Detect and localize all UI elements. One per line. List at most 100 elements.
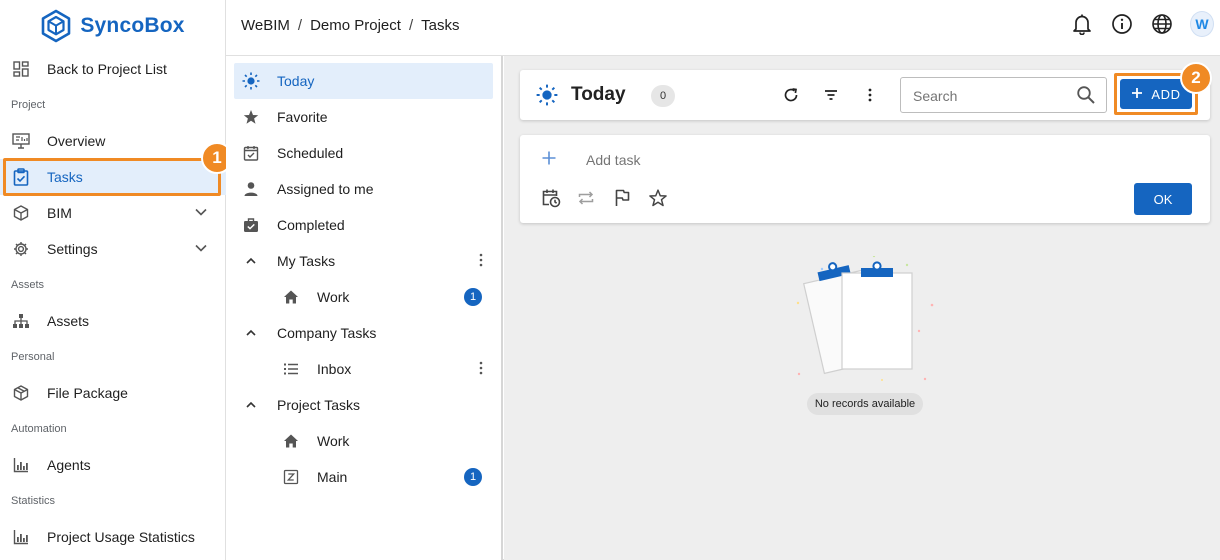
main-content: Today 0 ADD [504,56,1220,560]
section-assets: Assets [11,279,45,291]
star-icon [242,108,260,126]
add-task-input[interactable] [586,150,986,170]
empty-clipboard-illustration [796,256,934,381]
task-nav-scheduled[interactable]: Scheduled [234,135,493,171]
user-avatar[interactable]: W [1190,11,1214,37]
chevron-down-icon[interactable] [194,241,208,258]
sidebar-item-bim[interactable]: BIM [0,195,226,231]
task-list-main[interactable]: Main 1 [234,459,493,495]
task-group-label: Company Tasks [277,325,377,341]
monitor-icon [12,132,30,150]
search-input[interactable] [913,86,1063,106]
more-vertical-icon[interactable] [859,84,881,106]
add-button-label: ADD [1151,86,1181,102]
globe-icon[interactable] [1150,12,1174,36]
package-icon [12,384,30,402]
task-nav-today[interactable]: Today [234,63,493,99]
sidebar-label-bim: BIM [47,205,72,221]
task-list-my-work[interactable]: Work 1 [234,279,493,315]
task-group-label: Project Tasks [277,397,360,413]
home-icon [282,432,300,450]
chevron-up-icon[interactable] [242,396,260,414]
top-actions: W [1070,11,1214,37]
task-count-badge: 0 [651,85,675,107]
flag-icon[interactable] [611,187,633,209]
calendar-check-icon [242,144,260,162]
sidebar-item-agents[interactable]: Agents [0,447,226,483]
empty-state-message: No records available [807,393,923,415]
sun-icon [536,84,558,109]
add-task-card: OK [520,135,1210,223]
sidebar-item-overview[interactable]: Overview [0,123,226,159]
sidebar-item-usage-statistics[interactable]: Project Usage Statistics [0,519,226,555]
task-group-label: My Tasks [277,253,336,269]
sidebar-label-tasks: Tasks [47,169,83,185]
breadcrumb-item[interactable]: Demo Project [310,17,401,34]
filter-icon[interactable] [820,84,842,106]
task-group-company-tasks[interactable]: Company Tasks [234,315,493,351]
briefcase-check-icon [242,216,260,234]
calendar-clock-icon[interactable] [540,187,562,209]
chevron-down-icon[interactable] [194,205,208,222]
sidebar-item-assets[interactable]: Assets [0,303,226,339]
app-name: SyncoBox [80,14,185,37]
search-icon[interactable] [1076,85,1096,108]
plus-icon [1131,87,1143,102]
task-group-project-tasks[interactable]: Project Tasks [234,387,493,423]
chevron-up-icon[interactable] [242,252,260,270]
task-list-label: Work [317,289,350,305]
task-group-my-tasks[interactable]: My Tasks [234,243,493,279]
back-to-project-list[interactable]: Back to Project List [0,51,226,87]
info-icon[interactable] [1110,12,1134,36]
ok-button[interactable]: OK [1134,183,1192,215]
sidebar-label-agents: Agents [47,457,91,473]
back-label: Back to Project List [47,61,167,77]
sidebar-item-file-package[interactable]: File Package [0,375,226,411]
sun-icon [242,72,260,90]
person-icon [242,180,260,198]
repeat-icon[interactable] [575,187,597,209]
sidebar-item-settings[interactable]: Settings [0,231,226,267]
chevron-up-icon[interactable] [242,324,260,342]
task-list-label: Main [317,469,348,485]
breadcrumb-separator: / [408,17,414,34]
task-nav-favorite[interactable]: Favorite [234,99,493,135]
count-badge: 1 [464,288,482,306]
task-header-card: Today 0 ADD [520,70,1210,120]
count-badge: 1 [464,468,482,486]
logo[interactable]: SyncoBox [0,0,225,52]
task-list-inbox[interactable]: Inbox [234,351,493,387]
bar-chart-icon [12,456,30,474]
refresh-icon[interactable] [780,84,802,106]
section-project: Project [11,99,46,111]
task-nav-label: Favorite [277,109,328,125]
task-nav-label: Today [277,73,315,89]
cube-icon [12,204,30,222]
more-vertical-icon[interactable] [479,361,483,378]
task-nav-completed[interactable]: Completed [234,207,493,243]
more-vertical-icon[interactable] [479,253,483,270]
task-list-label: Inbox [317,361,352,377]
clipboard-check-icon [12,168,30,186]
task-list-panel: Today Favorite Scheduled Assigned to me … [226,56,503,560]
task-list-project-work[interactable]: Work [234,423,493,459]
callout-badge-2: 2 [1180,62,1212,94]
sidebar: SyncoBox Back to Project List Project Ov… [0,0,226,560]
hierarchy-icon [12,312,30,330]
sidebar-item-tasks[interactable]: Tasks [0,159,226,195]
task-nav-label: Completed [277,217,345,233]
letter-z-icon [282,468,300,486]
sidebar-label-file-package: File Package [47,385,128,401]
star-outline-icon[interactable] [647,187,669,209]
task-list-label: Work [317,433,350,449]
breadcrumb-item[interactable]: WeBIM [241,17,290,34]
search-field[interactable] [900,77,1107,113]
sidebar-label-settings: Settings [47,241,98,257]
bell-icon[interactable] [1070,12,1094,36]
syncobox-logo-icon [42,9,71,43]
breadcrumb: WeBIM / Demo Project / Tasks [241,17,459,34]
task-nav-assigned[interactable]: Assigned to me [234,171,493,207]
gear-icon [12,240,30,258]
section-automation: Automation [11,423,67,435]
avatar: W [1190,11,1214,37]
